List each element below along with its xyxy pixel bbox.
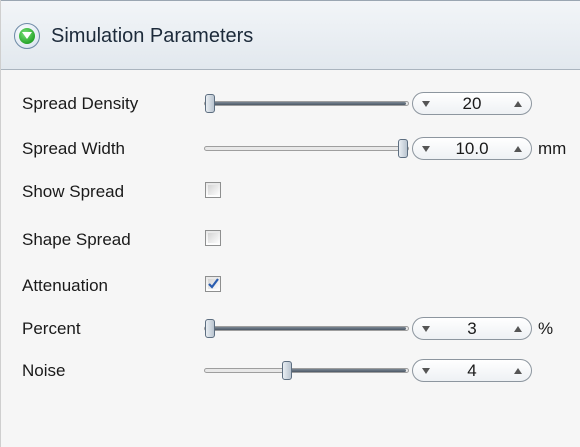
spin-up-button[interactable]	[507, 360, 529, 381]
spin-up-button[interactable]	[507, 318, 529, 339]
noise-label: Noise	[22, 361, 66, 380]
spread-width-row: Spread Width 10.0 mm	[1, 135, 580, 165]
shape-spread-checkbox[interactable]	[205, 230, 221, 246]
spin-up-button[interactable]	[507, 93, 529, 114]
slider-fill	[210, 327, 406, 330]
triangle-down-icon	[422, 100, 430, 107]
spread-width-label: Spread Width	[22, 139, 125, 158]
percent-label: Percent	[22, 319, 81, 338]
spread-width-value[interactable]: 10.0	[437, 138, 507, 159]
percent-unit: %	[538, 319, 554, 338]
attenuation-row: Attenuation	[1, 272, 580, 302]
triangle-up-icon	[514, 100, 522, 107]
slider-thumb[interactable]	[205, 319, 215, 338]
spin-down-button[interactable]	[415, 93, 437, 114]
triangle-up-icon	[514, 145, 522, 152]
checkbox-face	[208, 185, 218, 195]
triangle-down-icon	[422, 145, 430, 152]
triangle-down-icon	[422, 325, 430, 332]
spread-density-value[interactable]: 20	[437, 93, 507, 114]
spread-width-spinner[interactable]: 10.0	[412, 137, 532, 160]
shape-spread-label: Shape Spread	[22, 230, 131, 249]
show-spread-checkbox[interactable]	[205, 182, 221, 198]
spread-width-slider[interactable]	[204, 139, 409, 158]
collapse-button[interactable]	[14, 23, 40, 49]
attenuation-label: Attenuation	[22, 276, 109, 295]
spin-up-button[interactable]	[507, 138, 529, 159]
show-spread-row: Show Spread	[1, 178, 580, 208]
slider-fill	[210, 102, 406, 105]
simulation-parameters-panel: Simulation Parameters Spread Density 20 …	[0, 0, 580, 447]
checkbox-face	[208, 233, 218, 243]
percent-row: Percent 3 %	[1, 315, 580, 345]
slider-thumb[interactable]	[398, 139, 408, 158]
noise-slider[interactable]	[204, 361, 409, 380]
spin-down-button[interactable]	[415, 138, 437, 159]
spread-width-unit: mm	[538, 139, 567, 158]
slider-fill	[287, 369, 406, 372]
spread-density-slider[interactable]	[204, 94, 409, 113]
spin-down-button[interactable]	[415, 360, 437, 381]
triangle-down-icon	[422, 367, 430, 374]
checkmark-icon	[208, 278, 219, 289]
spread-density-label: Spread Density	[22, 94, 139, 113]
triangle-up-icon	[514, 367, 522, 374]
slider-thumb[interactable]	[205, 94, 215, 113]
spin-down-button[interactable]	[415, 318, 437, 339]
noise-row: Noise 4	[1, 357, 580, 387]
panel-title: Simulation Parameters	[51, 25, 254, 47]
slider-thumb[interactable]	[282, 361, 293, 380]
shape-spread-row: Shape Spread	[1, 226, 580, 256]
percent-spinner[interactable]: 3	[412, 317, 532, 340]
spread-density-row: Spread Density 20	[1, 90, 580, 120]
noise-value[interactable]: 4	[437, 360, 507, 381]
noise-spinner[interactable]: 4	[412, 359, 532, 382]
panel-header[interactable]: Simulation Parameters	[1, 0, 580, 70]
percent-value[interactable]: 3	[437, 318, 507, 339]
percent-slider[interactable]	[204, 319, 409, 338]
chevron-down-icon	[19, 28, 35, 44]
attenuation-checkbox[interactable]	[205, 276, 221, 292]
triangle-up-icon	[514, 325, 522, 332]
show-spread-label: Show Spread	[22, 182, 125, 201]
spread-density-spinner[interactable]: 20	[412, 92, 532, 115]
